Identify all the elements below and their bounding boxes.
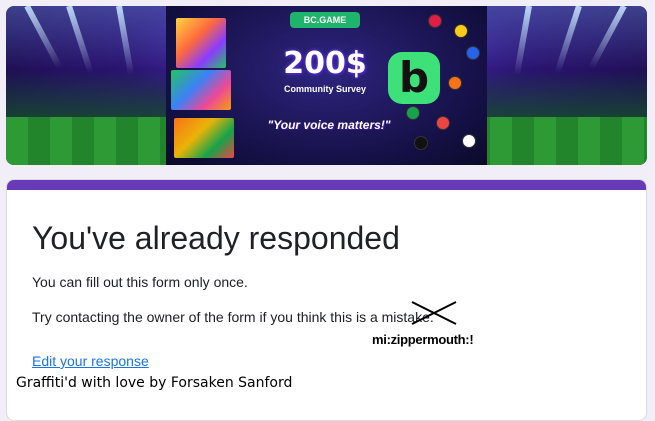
flag-icon [462,134,476,148]
prize-amount: 200$ [283,46,367,81]
flag-icon [454,24,468,38]
edit-response-link[interactable]: Edit your response [32,353,149,369]
survey-headline: Community Survey [283,84,367,94]
flag-icon [406,106,420,120]
message-once: You can fill out this form only once. [32,274,248,290]
message-contact-owner: Try contacting the owner of the form if … [32,309,434,325]
page-title: You've already responded [32,220,400,256]
banner-tagline: "Your voice matters!" [267,118,391,132]
product-box-art [174,118,234,158]
flag-icon [466,46,480,60]
bc-mascot-icon: b [388,52,440,104]
product-box-art [171,70,231,110]
bc-game-logo: BC.GAME [290,12,360,28]
scribble-cross-mark [411,301,457,325]
product-box-art [176,18,226,68]
graffiti-tag-text: mi:zippermouth:! [372,332,474,347]
form-accent-bar [7,180,646,190]
promo-artwork: BC.GAME 200$ Community Survey "Your voic… [166,6,487,165]
flag-icon [448,76,462,90]
header-banner-image: BC.GAME 200$ Community Survey "Your voic… [6,6,647,165]
graffiti-signature: Graffiti'd with love by Forsaken Sanford [16,375,293,391]
flag-icon [428,14,442,28]
flag-icon [414,136,428,150]
flag-icon [436,116,450,130]
